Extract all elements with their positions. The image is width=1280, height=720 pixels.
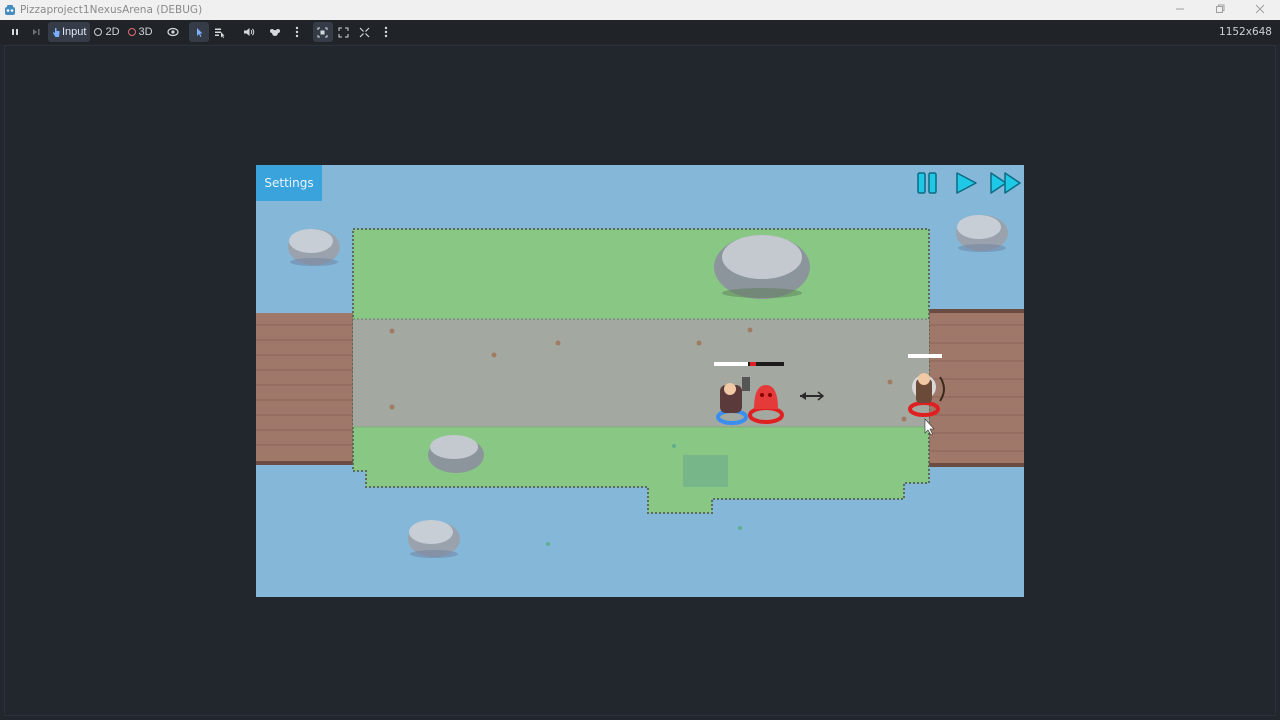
visibility-button[interactable]	[161, 22, 185, 42]
mode-2d-toggle[interactable]: 2D	[90, 22, 123, 42]
circle-3d-icon	[127, 28, 136, 36]
more-options-button-1[interactable]	[287, 22, 307, 42]
game-pause-button[interactable]	[914, 170, 940, 196]
right-bridge	[928, 309, 1024, 467]
settings-button[interactable]: Settings	[256, 165, 322, 201]
eye-icon	[166, 27, 179, 37]
game-fast-forward-button[interactable]	[989, 170, 1023, 196]
mode-3d-label: 3D	[138, 26, 153, 38]
minimize-icon	[1175, 3, 1185, 17]
game-scene	[256, 215, 1024, 558]
minimize-button[interactable]	[1160, 0, 1200, 20]
camera-override-button[interactable]	[312, 22, 333, 42]
play-icon	[953, 170, 979, 196]
kebab-menu-icon	[295, 26, 299, 38]
mode-3d-toggle[interactable]: 3D	[124, 22, 157, 42]
speaker-icon	[243, 27, 255, 37]
list-select-icon	[214, 27, 225, 38]
left-bridge	[256, 313, 354, 465]
pause-icon	[10, 27, 20, 37]
diagonal-arrows-icon	[359, 27, 370, 38]
camera-override-icon	[317, 27, 328, 38]
app-icon	[4, 4, 16, 16]
expand-icon	[338, 27, 349, 38]
particles-button[interactable]	[263, 22, 287, 42]
close-icon	[1255, 3, 1265, 17]
shrink-button[interactable]	[355, 22, 375, 42]
select-tool-button[interactable]	[188, 22, 209, 42]
pause-button[interactable]	[4, 22, 26, 42]
list-select-button[interactable]	[209, 22, 231, 42]
next-frame-icon	[31, 27, 41, 37]
fast-forward-icon	[989, 170, 1023, 196]
pointer-hand-icon	[52, 27, 60, 38]
kebab-menu-icon	[384, 26, 388, 38]
island	[352, 228, 930, 514]
grass-tuft	[672, 444, 676, 448]
pause-icon	[914, 170, 940, 196]
audio-button[interactable]	[235, 22, 263, 42]
rock-water-top-left	[288, 229, 340, 266]
rock-water-bottom	[408, 520, 460, 558]
next-frame-button[interactable]	[26, 22, 46, 42]
close-button[interactable]	[1240, 0, 1280, 20]
game-play-button[interactable]	[953, 170, 979, 196]
fullscreen-button[interactable]	[333, 22, 355, 42]
input-label: Input	[62, 26, 87, 38]
resolution-label: 1152x648	[1219, 26, 1272, 38]
mode-2d-label: 2D	[105, 26, 120, 38]
restore-button[interactable]	[1200, 0, 1240, 20]
restore-icon	[1215, 3, 1225, 17]
window-title: Pizzaproject1NexusArena (DEBUG)	[20, 4, 203, 16]
game-viewport[interactable]: Settings	[256, 165, 1024, 597]
circle-2d-icon	[94, 28, 103, 36]
lily-pad	[546, 542, 550, 546]
particles-icon	[269, 27, 281, 37]
input-toggle[interactable]: Input	[48, 22, 91, 42]
more-options-button-2[interactable]	[375, 22, 397, 42]
rock-water-top-right	[956, 215, 1008, 252]
debug-toolbar: Input 2D 3D 1152x648	[0, 20, 1280, 44]
cursor-arrow-icon	[194, 27, 204, 38]
lily-pad	[738, 526, 742, 530]
rock-large-island	[714, 235, 810, 299]
window-titlebar: Pizzaproject1NexusArena (DEBUG)	[0, 0, 1280, 20]
